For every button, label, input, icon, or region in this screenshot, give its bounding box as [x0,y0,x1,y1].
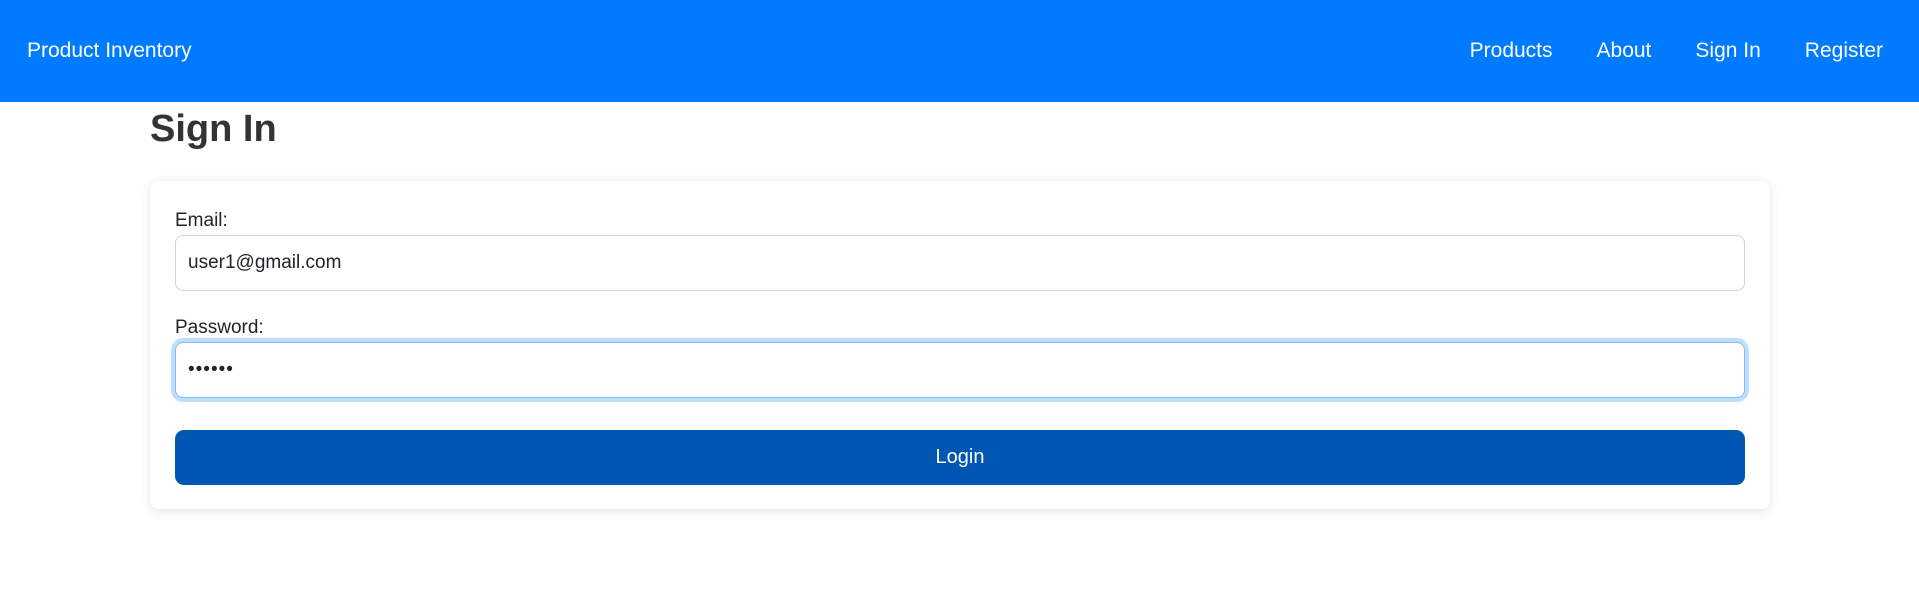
nav-link-sign-in[interactable]: Sign In [1695,39,1760,63]
password-field[interactable] [175,342,1745,398]
password-label: Password: [175,317,264,338]
nav-links: Products About Sign In Register [1470,0,1883,102]
nav-link-products[interactable]: Products [1470,39,1553,63]
brand-link[interactable]: Product Inventory [27,0,192,102]
email-label: Email: [175,210,228,231]
nav-link-about[interactable]: About [1597,39,1652,63]
email-field[interactable] [175,235,1745,291]
top-navbar: Product Inventory Products About Sign In… [0,0,1919,102]
login-button[interactable]: Login [175,430,1745,485]
sign-in-card: Email: Password: Login [150,181,1770,509]
page-title: Sign In [150,108,277,150]
nav-link-register[interactable]: Register [1805,39,1883,63]
